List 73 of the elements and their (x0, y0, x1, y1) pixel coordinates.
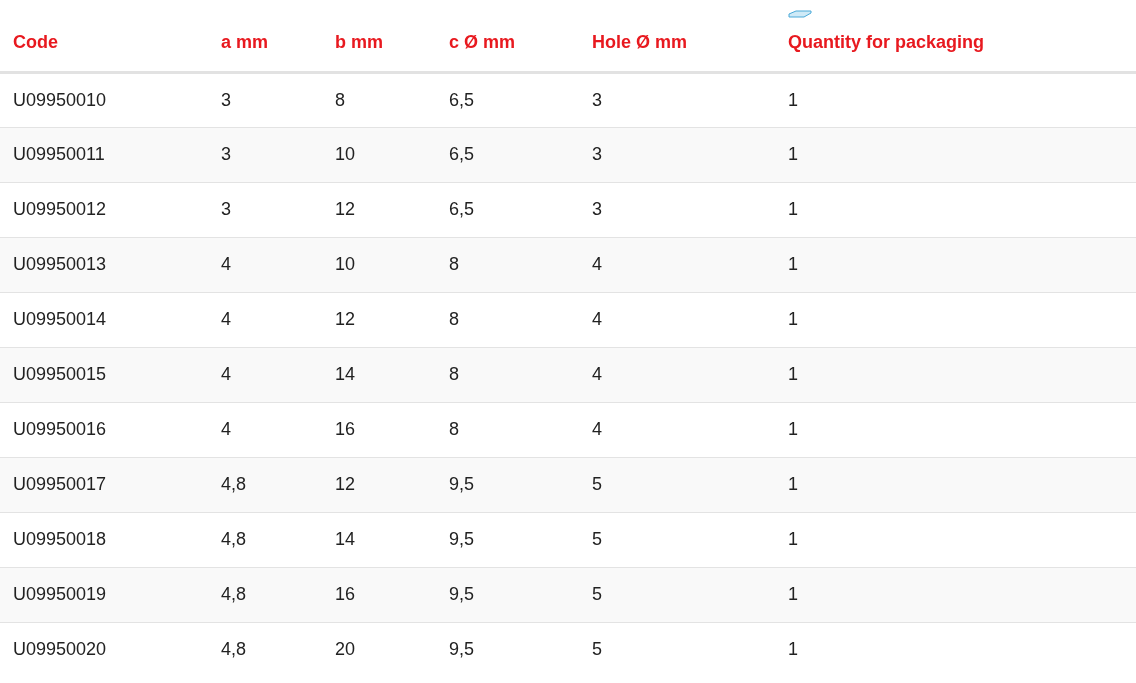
table-cell: 4,8 (221, 639, 247, 660)
table-cell: U09950011 (13, 144, 105, 164)
table-cell: 3 (221, 144, 231, 164)
table-cell: 4 (221, 254, 231, 274)
table-cell: 14 (335, 364, 356, 384)
table-cell: 8 (449, 364, 459, 384)
table-cell: U09950013 (13, 254, 107, 274)
table-cell: 3 (592, 89, 602, 110)
column-header: Code (13, 31, 58, 52)
table-cell: U09950020 (13, 639, 107, 660)
table-cell: 16 (335, 419, 356, 439)
table-cell: 3 (221, 89, 231, 110)
table-cell: 9,5 (449, 584, 475, 604)
table-cell: 4 (221, 309, 231, 329)
table-cell: 8 (449, 309, 459, 329)
table-cell: 3 (221, 199, 231, 219)
table-cell: 1 (788, 254, 798, 274)
column-header: c Ø mm (449, 31, 516, 52)
table-cell: U09950014 (13, 309, 107, 329)
table-cell: 8 (449, 419, 459, 439)
table-cell: 4 (592, 309, 602, 329)
table-cell: 4 (221, 364, 231, 384)
table-cell: 14 (335, 529, 356, 549)
table-cell: 6,5 (449, 89, 475, 110)
table-cell: 8 (449, 254, 459, 274)
column-header: Hole Ø mm (592, 31, 688, 52)
column-header: b mm (335, 31, 383, 52)
table-cell: 5 (592, 529, 602, 549)
table-cell: 1 (788, 89, 798, 110)
table-cell: 4 (221, 419, 231, 439)
table-cell: U09950010 (13, 89, 107, 110)
table-cell: 6,5 (449, 144, 475, 164)
table-cell: U09950018 (13, 529, 107, 549)
table-cell: U09950015 (13, 364, 107, 384)
table-cell: 12 (335, 474, 356, 494)
table-cell: 4 (592, 364, 602, 384)
table-cell: 4,8 (221, 529, 247, 549)
table-cell: 4,8 (221, 584, 247, 604)
table-cell: 4 (592, 419, 602, 439)
table-cell: 1 (788, 419, 798, 439)
table-cell: 16 (335, 584, 356, 604)
table-cell: 6,5 (449, 199, 475, 219)
table-cell: 1 (788, 144, 798, 164)
table-cell: 5 (592, 639, 602, 660)
table-cell: 5 (592, 474, 602, 494)
table-cell: 8 (335, 89, 345, 110)
table-cell: 1 (788, 309, 798, 329)
table-cell: 3 (592, 199, 602, 219)
table-cell: 1 (788, 529, 798, 549)
table-cell: 3 (592, 144, 602, 164)
table-cell: 10 (335, 254, 356, 274)
table-cell: 1 (788, 199, 798, 219)
table-cell: 10 (335, 144, 356, 164)
table-cell: 1 (788, 584, 798, 604)
table-cell: 12 (335, 309, 356, 329)
table-cell: 4,8 (221, 474, 247, 494)
table-cell: U09950016 (13, 419, 107, 439)
table-cell: U09950017 (13, 474, 107, 494)
table-cell: 12 (335, 199, 356, 219)
plate-icon (788, 10, 812, 18)
table-cell: 20 (335, 639, 356, 660)
table-cell: 1 (788, 364, 798, 384)
table-cell: U09950019 (13, 584, 107, 604)
table-cell: 5 (592, 584, 602, 604)
column-header: Quantity for packaging (788, 31, 985, 52)
table-cell: 4 (592, 254, 602, 274)
table-cell: 1 (788, 639, 798, 660)
table-cell: 9,5 (449, 639, 475, 660)
table-cell: 1 (788, 474, 798, 494)
table-cell: U09950012 (13, 199, 107, 219)
column-header: a mm (221, 31, 269, 52)
table-cell: 9,5 (449, 529, 475, 549)
table-cell: 9,5 (449, 474, 475, 494)
